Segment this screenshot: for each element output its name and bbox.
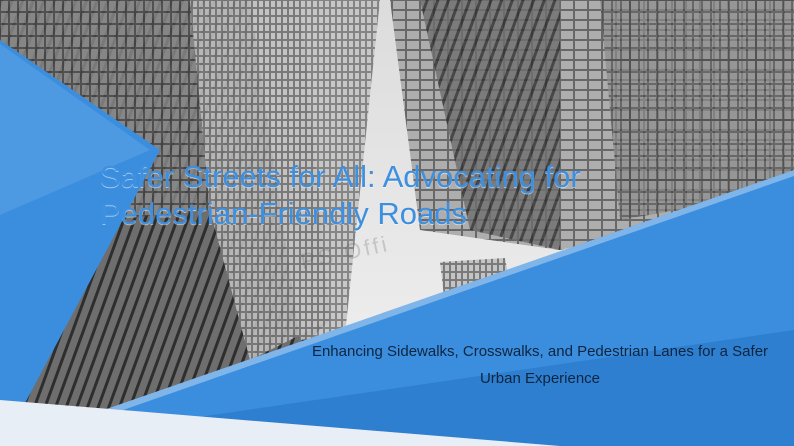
presentation-slide: PS Offi Safer Streets for All: Advocatin… bbox=[0, 0, 794, 446]
slide-subtitle: Enhancing Sidewalks, Crosswalks, and Ped… bbox=[311, 343, 769, 387]
slide-title: Safer Streets for All: Advocating for Pe… bbox=[100, 159, 581, 231]
